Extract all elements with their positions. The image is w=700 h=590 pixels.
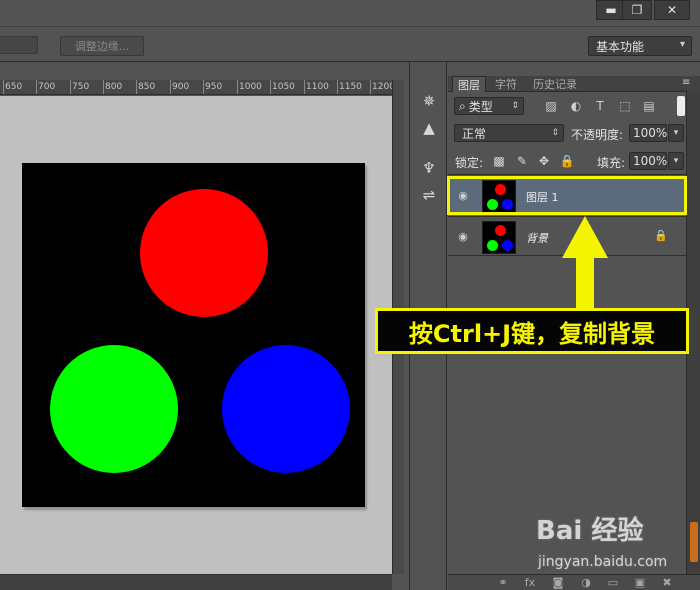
red-circle xyxy=(140,189,268,317)
filter-kind-select[interactable]: ⌕ 类型 ⇕ xyxy=(454,97,524,115)
lock-position-icon[interactable]: ✥ xyxy=(537,154,551,168)
document-canvas[interactable] xyxy=(22,163,365,507)
close-button[interactable]: ✕ xyxy=(654,0,690,20)
ruler-label: 1150 xyxy=(339,82,362,92)
blue-circle xyxy=(222,345,350,473)
tab-character[interactable]: 字符 xyxy=(490,76,522,92)
lock-transparent-icon[interactable]: ▩ xyxy=(492,154,506,168)
restore-button[interactable]: ❐ xyxy=(622,0,652,20)
ruler-label: 750 xyxy=(72,82,90,92)
opacity-input[interactable]: 100% xyxy=(629,124,667,142)
ruler-label: 1000 xyxy=(239,82,262,92)
ruler-label: 1100 xyxy=(306,82,329,92)
panel-menu-icon[interactable]: ≡ xyxy=(682,77,690,88)
ruler-label: 700 xyxy=(38,82,56,92)
baidu-watermark: Bai 经验 jingyan.baidu.com xyxy=(536,510,696,580)
shape-filter-icon[interactable]: ⬚ xyxy=(617,98,633,114)
ruler-label: 1200 xyxy=(372,82,392,92)
chevron-down-icon: ▾ xyxy=(679,39,685,50)
workspace-value: 基本功能 xyxy=(596,39,645,54)
smartobject-filter-icon[interactable]: ▤ xyxy=(641,98,657,114)
watermark-logo: Bai 经验 xyxy=(536,516,644,546)
fill-value: 100% xyxy=(633,154,668,168)
horizontal-ruler: 650 700 750 800 850 900 950 1000 1050 11… xyxy=(0,80,392,95)
watermark-url: jingyan.baidu.com xyxy=(538,554,668,570)
layer-name: 背景 xyxy=(526,232,548,245)
selected-layer-highlight xyxy=(447,176,687,215)
lock-image-icon[interactable]: ✎ xyxy=(515,154,529,168)
layer-lock-icon: 🔒 xyxy=(654,229,668,242)
navigator-icon[interactable]: ✵ xyxy=(418,90,440,112)
ruler-label: 1050 xyxy=(272,82,295,92)
histogram-icon[interactable]: ▲ xyxy=(418,117,440,139)
visibility-eye-icon[interactable]: ◉ xyxy=(456,229,470,243)
filter-kind-value: 类型 xyxy=(468,99,493,114)
feather-field[interactable] xyxy=(0,36,38,54)
close-icon: ✕ xyxy=(666,3,678,17)
blend-mode-select[interactable]: 正常 ⇕ xyxy=(454,124,564,142)
minimize-icon: ▬ xyxy=(605,3,617,17)
fill-input[interactable]: 100% xyxy=(629,152,667,170)
chevron-down-icon: ▾ xyxy=(673,128,679,138)
restore-icon: ❐ xyxy=(631,3,643,17)
ruler-label: 650 xyxy=(5,82,23,92)
layer-thumbnail xyxy=(482,221,516,254)
chevron-updown-icon: ⇕ xyxy=(551,128,559,138)
type-filter-icon[interactable]: T xyxy=(592,98,608,114)
filter-toggle-switch[interactable] xyxy=(677,96,685,116)
pixel-filter-icon[interactable]: ▨ xyxy=(543,98,559,114)
opacity-label: 不透明度: xyxy=(571,128,624,142)
brushes-icon[interactable]: ♆ xyxy=(418,157,440,179)
adjustment-filter-icon[interactable]: ◐ xyxy=(568,98,584,114)
lock-label: 锁定: xyxy=(455,156,484,170)
fill-dropdown-button[interactable]: ▾ xyxy=(668,152,684,170)
canvas-horizontal-scrollbar[interactable] xyxy=(0,574,392,590)
ruler-label: 950 xyxy=(205,82,223,92)
ruler-label: 850 xyxy=(138,82,156,92)
tab-layers[interactable]: 图层 xyxy=(452,76,486,92)
fill-label: 填充: xyxy=(597,156,626,170)
title-bar: ▬ ❐ ✕ xyxy=(0,0,700,26)
pointer-arrow xyxy=(562,216,608,308)
green-circle xyxy=(50,345,178,473)
lock-all-icon[interactable]: 🔒 xyxy=(560,154,575,168)
instruction-callout: 按Ctrl+J键，复制背景 xyxy=(375,308,689,354)
tool-presets-icon[interactable]: ⇌ xyxy=(418,184,440,206)
chevron-updown-icon: ⇕ xyxy=(511,101,519,111)
link-layers-icon[interactable]: ⚭ xyxy=(495,575,511,589)
refine-edge-button[interactable]: 调整边缘... xyxy=(60,36,144,56)
search-icon: ⌕ xyxy=(459,98,466,113)
ruler-label: 800 xyxy=(105,82,123,92)
ruler-label: 900 xyxy=(172,82,190,92)
blend-mode-value: 正常 xyxy=(462,126,487,141)
tab-history[interactable]: 历史记录 xyxy=(528,76,582,92)
opacity-dropdown-button[interactable]: ▾ xyxy=(668,124,684,142)
opacity-value: 100% xyxy=(633,126,668,140)
workspace-select[interactable]: 基本功能 ▾ xyxy=(588,36,692,56)
chevron-down-icon: ▾ xyxy=(673,156,679,166)
